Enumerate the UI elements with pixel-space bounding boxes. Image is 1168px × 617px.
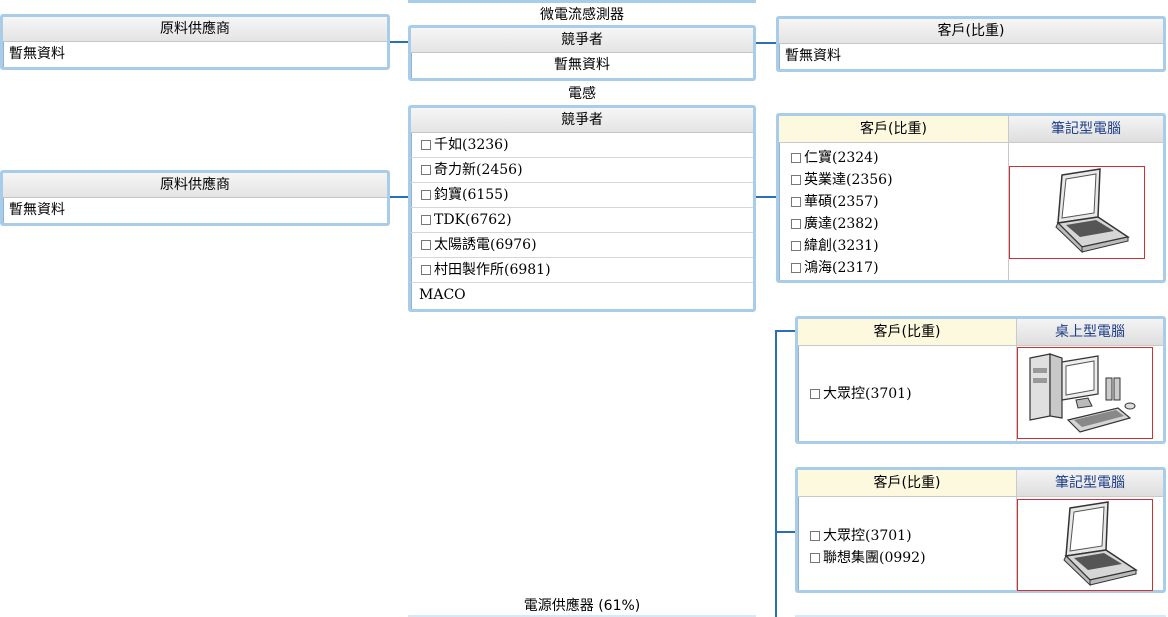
checkbox[interactable] [791, 153, 801, 163]
supplier-value: 暫無資料 [9, 202, 65, 218]
connector-line [775, 330, 777, 617]
customer-label: 聯想集團(0992) [823, 550, 926, 566]
checkbox[interactable] [421, 240, 431, 250]
competitor-item[interactable]: 奇力新(2456) [411, 158, 753, 183]
competitor-value: 暫無資料 [554, 57, 610, 73]
customer-header: 客戶(比重) [798, 319, 1017, 346]
checkbox[interactable] [791, 263, 801, 273]
notebook-image[interactable] [1017, 499, 1153, 591]
competitor-label: 村田製作所(6981) [434, 262, 551, 278]
customer-label: 鴻海(2317) [804, 260, 879, 276]
checkbox[interactable] [791, 241, 801, 251]
customer-list: 大眾控(3701) 聯想集團(0992) [810, 525, 926, 569]
competitor-label: 奇力新(2456) [434, 162, 523, 178]
product-header[interactable]: 桌上型電腦 [1017, 319, 1163, 346]
competitor-label: 千如(3236) [434, 137, 509, 153]
customer-box-1: 客戶(比重) 暫無資料 [776, 16, 1166, 72]
competitor-box-2: 競爭者 千如(3236) 奇力新(2456) 鈞寶(6155) TDK(6762… [408, 105, 756, 312]
product-title-micro-current-sensor: 微電流感測器 [540, 7, 624, 23]
checkbox[interactable] [421, 215, 431, 225]
competitor-header: 競爭者 [411, 108, 753, 133]
supplier-box-1: 原料供應商 暫無資料 [0, 14, 390, 70]
product-header[interactable]: 筆記型電腦 [1009, 116, 1163, 143]
checkbox[interactable] [791, 175, 801, 185]
competitor-header: 競爭者 [411, 28, 753, 53]
laptop-icon [1055, 168, 1130, 254]
competitor-label: MACO [419, 287, 466, 303]
desktop-computer-icon [1029, 353, 1136, 433]
customer-item[interactable]: 大眾控(3701) [810, 383, 912, 405]
customer-label: 大眾控(3701) [823, 386, 912, 402]
competitor-label: TDK(6762) [434, 212, 512, 228]
competitor-label: 太陽誘電(6976) [434, 237, 537, 253]
product-header[interactable]: 筆記型電腦 [1017, 470, 1163, 497]
competitor-item-last: MACO [411, 283, 753, 307]
checkbox[interactable] [421, 190, 431, 200]
competitor-list: 千如(3236) 奇力新(2456) 鈞寶(6155) TDK(6762) 太陽… [411, 133, 753, 307]
checkbox[interactable] [421, 165, 431, 175]
competitor-label: 鈞寶(6155) [434, 187, 509, 203]
prev-box-bottom [408, 0, 756, 3]
customer-list: 大眾控(3701) [810, 383, 912, 405]
checkbox[interactable] [810, 531, 820, 541]
competitor-box-1: 競爭者 暫無資料 [408, 25, 756, 81]
customer-item[interactable]: 華碩(2357) [791, 191, 893, 213]
connector-line [390, 41, 408, 43]
supplier-box-2: 原料供應商 暫無資料 [0, 170, 390, 226]
checkbox[interactable] [421, 140, 431, 150]
competitor-item[interactable]: 鈞寶(6155) [411, 183, 753, 208]
customer-label: 廣達(2382) [804, 216, 879, 232]
customer-item[interactable]: 聯想集團(0992) [810, 547, 926, 569]
competitor-item[interactable]: TDK(6762) [411, 208, 753, 233]
desktop-image[interactable] [1017, 347, 1153, 439]
customer-label: 緯創(3231) [804, 238, 879, 254]
customer-value: 暫無資料 [785, 48, 841, 64]
product-title-inductor: 電感 [568, 86, 596, 102]
customer-header: 客戶(比重) [779, 19, 1163, 44]
connector-line [390, 196, 408, 198]
laptop-icon [1063, 501, 1138, 587]
customer-header: 客戶(比重) [798, 470, 1017, 497]
notebook-image[interactable] [1009, 166, 1145, 259]
supplier-header: 原料供應商 [3, 173, 387, 198]
connector-line [756, 196, 776, 198]
checkbox[interactable] [810, 389, 820, 399]
customer-label: 華碩(2357) [804, 194, 879, 210]
customer-item[interactable]: 大眾控(3701) [810, 525, 926, 547]
checkbox[interactable] [421, 265, 431, 275]
supplier-header: 原料供應商 [3, 17, 387, 42]
customer-label: 英業達(2356) [804, 172, 893, 188]
customer-item[interactable]: 廣達(2382) [791, 213, 893, 235]
product-title-power-supply: 電源供應器 (61%) [523, 598, 641, 614]
connector-line [775, 531, 795, 533]
connector-line [775, 330, 795, 332]
customer-item[interactable]: 緯創(3231) [791, 235, 893, 257]
competitor-item[interactable]: 太陽誘電(6976) [411, 233, 753, 258]
competitor-item[interactable]: 村田製作所(6981) [411, 258, 753, 283]
customer-group-notebook-2: 客戶(比重) 筆記型電腦 大眾控(3701) 聯想集團(0992) [795, 467, 1166, 593]
supplier-value: 暫無資料 [9, 46, 65, 62]
competitor-item[interactable]: 千如(3236) [411, 133, 753, 158]
customer-list: 仁寶(2324) 英業達(2356) 華碩(2357) 廣達(2382) 緯創(… [791, 147, 893, 279]
customer-item[interactable]: 仁寶(2324) [791, 147, 893, 169]
customer-label: 大眾控(3701) [823, 528, 912, 544]
customer-header: 客戶(比重) [779, 116, 1009, 143]
checkbox[interactable] [810, 553, 820, 563]
customer-group-desktop: 客戶(比重) 桌上型電腦 大眾控(3701) [795, 316, 1166, 444]
connector-line [756, 42, 776, 44]
customer-item[interactable]: 英業達(2356) [791, 169, 893, 191]
customer-label: 仁寶(2324) [804, 150, 879, 166]
checkbox[interactable] [791, 197, 801, 207]
customer-item[interactable]: 鴻海(2317) [791, 257, 893, 279]
customer-group-notebook-1: 客戶(比重) 筆記型電腦 仁寶(2324) 英業達(2356) 華碩(2357)… [776, 113, 1166, 283]
checkbox[interactable] [791, 219, 801, 229]
